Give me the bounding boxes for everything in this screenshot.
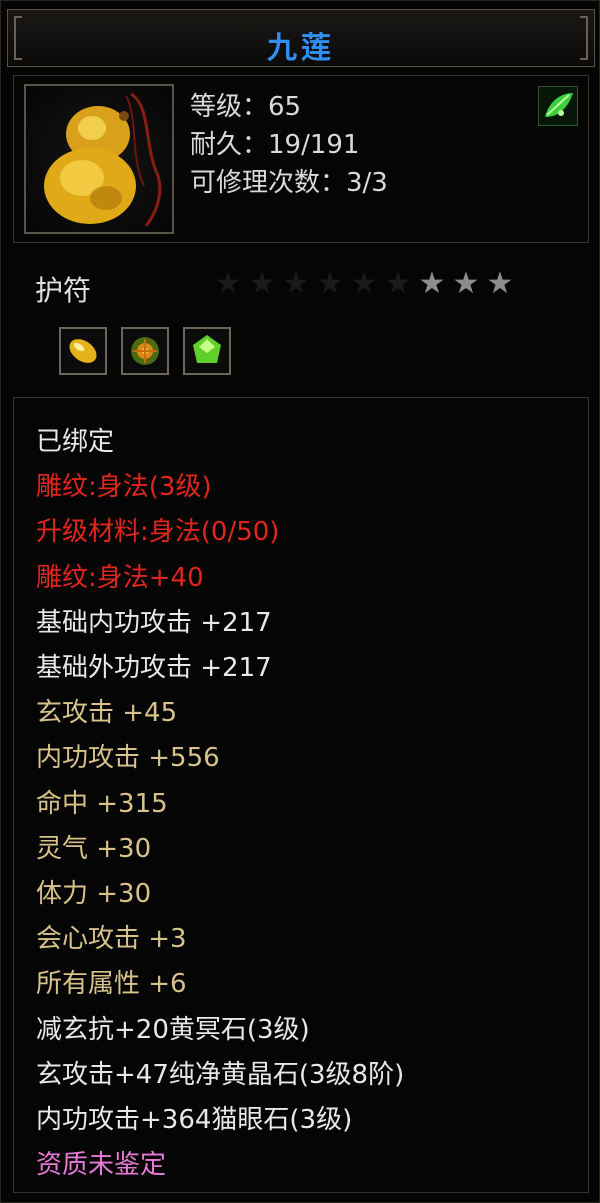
- star-icon: ★: [452, 266, 480, 301]
- star-icon: ★: [214, 266, 242, 301]
- green-leaf-icon: [538, 86, 578, 126]
- gem-sockets: [59, 327, 231, 375]
- yellow-gem-icon[interactable]: [59, 327, 107, 375]
- property-line: 基础外功攻击 +217: [36, 653, 272, 684]
- property-line: 雕纹:身法(3级): [36, 472, 212, 503]
- item-header: 等级：65 耐久：19/191 可修理次数：3/3: [13, 75, 589, 243]
- star-icon: ★: [418, 266, 446, 301]
- properties-list: 已绑定雕纹:身法(3级) 升级材料:身法(0/50) 雕纹:身法+40 基础内功攻击 …: [36, 420, 404, 1188]
- item-name-title: 九莲: [267, 31, 335, 66]
- property-line: 灵气 +30: [36, 833, 152, 864]
- property-line: 资质未鉴定: [36, 1150, 167, 1181]
- property-line: 会心攻击 +3: [36, 924, 187, 955]
- orange-flower-gem-icon[interactable]: [121, 327, 169, 375]
- item-type-label: 护符: [35, 274, 92, 307]
- star-icon: ★: [316, 266, 344, 301]
- property-line: 内功攻击+364猫眼石(3级): [36, 1105, 353, 1136]
- property-line: 内功攻击 +556: [36, 743, 220, 774]
- star-icon: ★: [282, 266, 310, 301]
- repair-count-text: 可修理次数：3/3: [190, 168, 388, 198]
- property-line: 基础内功攻击 +217: [36, 607, 272, 638]
- property-line: 已绑定: [36, 427, 115, 457]
- star-icon: ★: [486, 266, 514, 301]
- star-icon: ★: [248, 266, 276, 301]
- star-rating: ★ ★ ★ ★ ★ ★ ★ ★ ★: [211, 267, 517, 301]
- property-line: 玄攻击 +45: [36, 698, 178, 729]
- property-line: 体力 +30: [36, 879, 152, 910]
- gourd-pendant-icon: [24, 84, 174, 234]
- property-line: 玄攻击+47纯净黄晶石(3级8阶): [36, 1059, 405, 1090]
- item-tooltip: 九莲 等级：65 耐久：19/191 可修理次数：3/3 护符 ★ ★ ★ ★ …: [0, 0, 600, 1203]
- property-line: 减玄抗+20黄冥石(3级): [36, 1014, 310, 1045]
- property-line: 所有属性 +6: [36, 969, 187, 1000]
- star-icon: ★: [350, 266, 378, 301]
- title-bar: 九莲: [7, 9, 595, 67]
- star-icon: ★: [384, 266, 412, 301]
- property-line: 雕纹:身法+40: [36, 562, 204, 593]
- level-text: 等级：65: [190, 92, 302, 122]
- property-line: 命中 +315: [36, 788, 168, 819]
- green-gem-icon[interactable]: [183, 327, 231, 375]
- item-info: 等级：65 耐久：19/191 可修理次数：3/3: [190, 88, 388, 202]
- property-line: 升级材料:身法(0/50): [36, 517, 280, 548]
- properties-panel: 已绑定雕纹:身法(3级) 升级材料:身法(0/50) 雕纹:身法+40 基础内功攻击 …: [13, 397, 589, 1193]
- durability-text: 耐久：19/191: [190, 130, 360, 160]
